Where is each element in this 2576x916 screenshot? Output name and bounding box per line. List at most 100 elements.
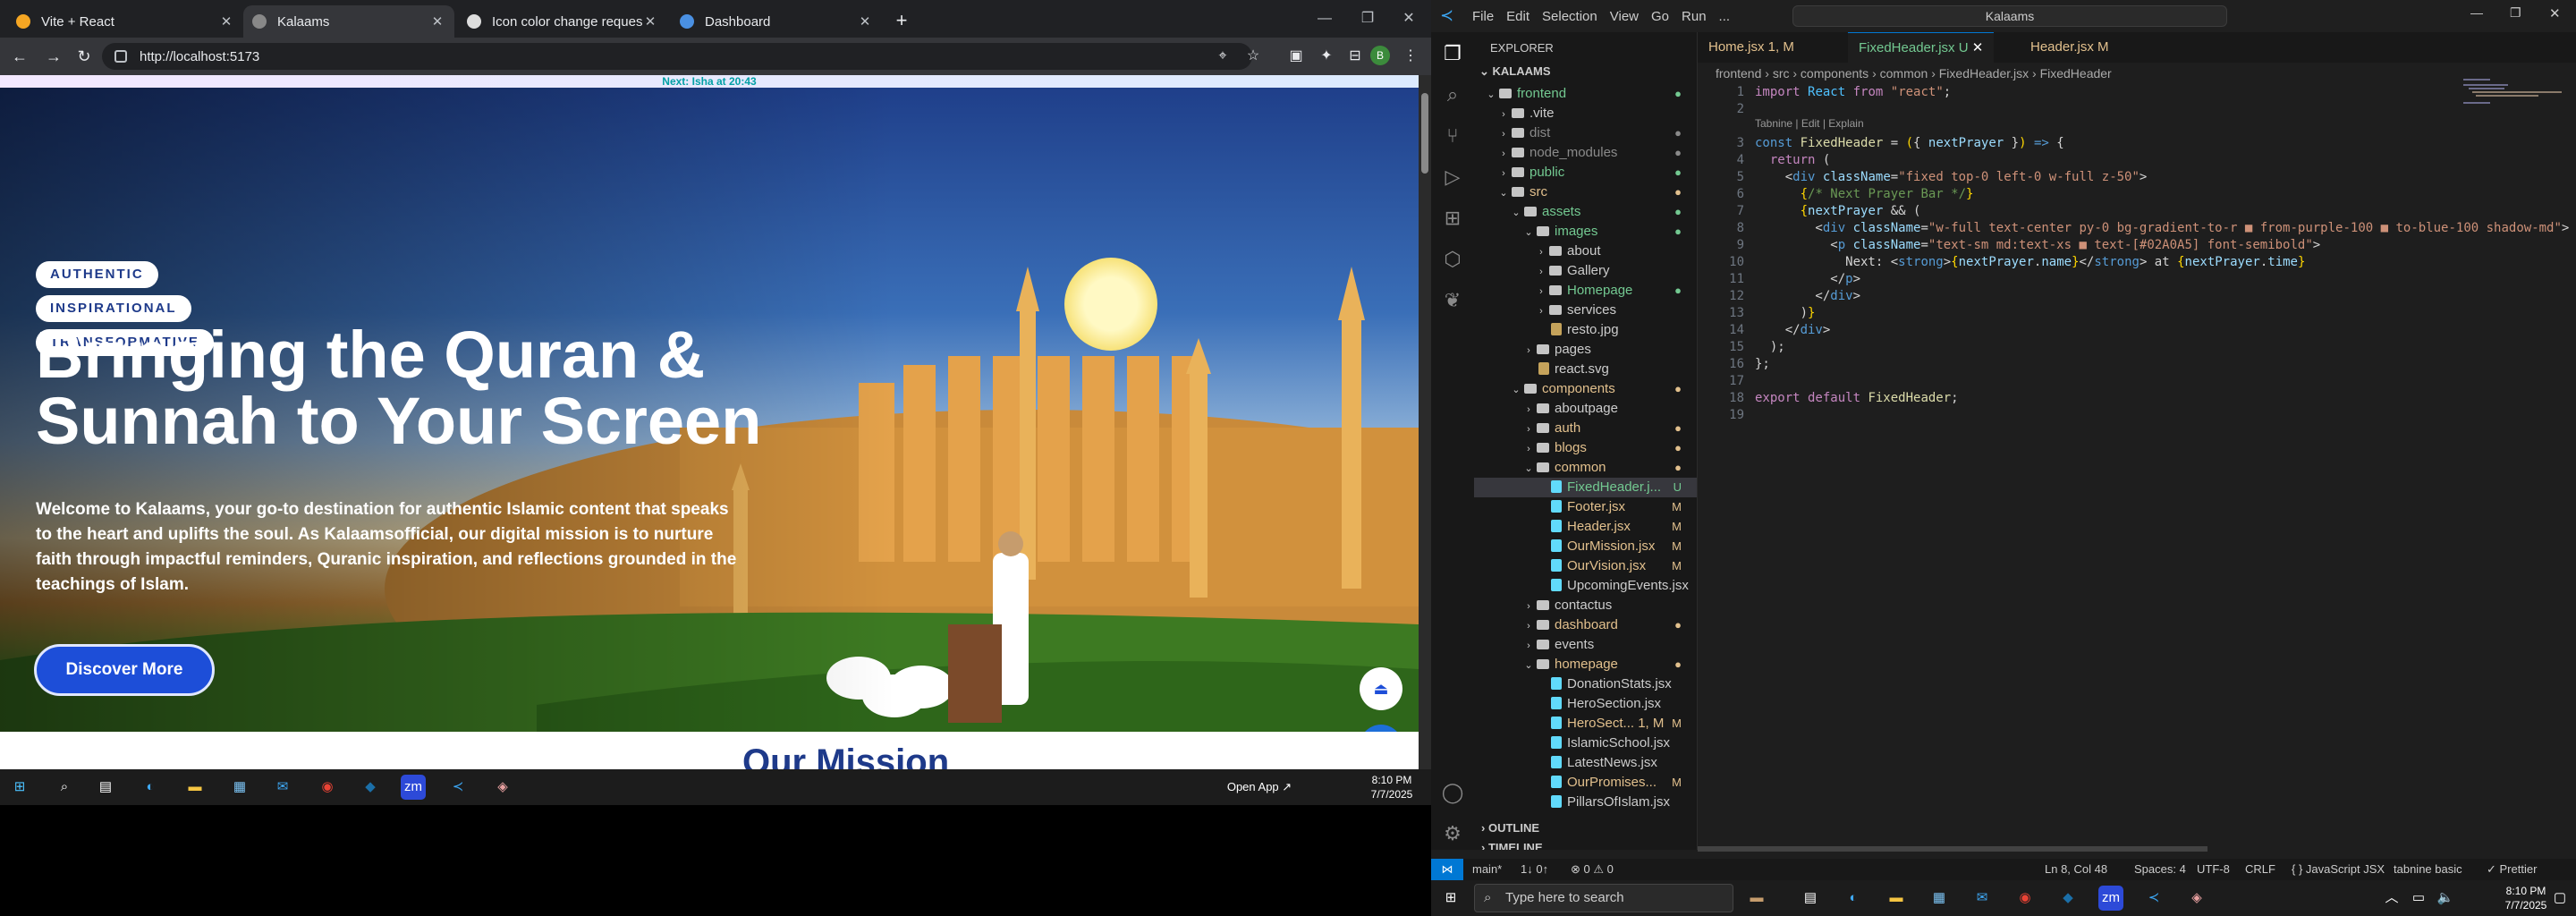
tab-kalaams[interactable]: Kalaams ✕ [243,5,454,38]
close-icon[interactable]: ✕ [218,13,234,30]
tree-folder[interactable]: › aboutpage [1474,399,1697,419]
tree-folder[interactable]: › blogs ● [1474,438,1697,458]
search-icon[interactable]: ⌕ [52,775,77,800]
tree-file[interactable]: OurMission.jsx M [1474,537,1697,556]
volume-icon[interactable]: 🔈 [2433,886,2458,911]
project-header[interactable]: ⌄ KALAAMS [1479,64,1551,79]
tree-folder[interactable]: ⌄ common ● [1474,458,1697,478]
taskbar-search[interactable]: ⌕ Type here to search [1474,884,1733,912]
codelens[interactable]: Tabnine | Edit | Explain [1755,117,1864,130]
tree-file[interactable]: Footer.jsx M [1474,497,1697,517]
vscode-icon[interactable]: ≺ [445,775,470,800]
cursor-position[interactable]: Ln 8, Col 48 [2045,859,2107,880]
timeline-section[interactable]: › TIMELINE [1481,841,1543,850]
close-icon[interactable]: ✕ [429,13,445,30]
tab-fixedheader-jsx[interactable]: FixedHeader.jsx U ✕ [1848,32,1995,63]
tree-folder[interactable]: › auth ● [1474,419,1697,438]
url-input[interactable] [140,48,945,64]
tree-file[interactable]: LatestNews.jsx [1474,753,1697,773]
tree-folder[interactable]: › contactus [1474,596,1697,615]
edge-icon[interactable]: ◐ [1841,886,1866,911]
tree-folder[interactable]: › Gallery [1474,261,1697,281]
tree-folder[interactable]: ⌄ homepage ● [1474,655,1697,674]
profile-avatar[interactable]: B [1370,46,1390,65]
indentation[interactable]: Spaces: 4 [2134,859,2186,880]
line-ending[interactable]: CRLF [2245,859,2275,880]
maximize-button[interactable]: ❐ [1354,7,1381,30]
new-tab-button[interactable]: + [889,8,914,33]
task-view-icon[interactable]: ▤ [93,775,118,800]
tree-folder[interactable]: › dist ● [1474,123,1697,143]
outline-section[interactable]: › OUTLINE [1481,821,1539,835]
source-control-icon[interactable]: ⑂ [1440,123,1465,148]
windows-start-icon[interactable]: ⊞ [7,775,32,800]
remote-indicator-icon[interactable]: ⋈ [1431,859,1463,880]
scrollbar-thumb[interactable] [1421,93,1428,174]
tree-file[interactable]: FixedHeader.j... U [1474,478,1697,497]
tree-folder[interactable]: › public ● [1474,163,1697,182]
chrome-icon[interactable]: ◉ [2012,886,2038,911]
minimize-icon[interactable]: — [2470,5,2483,20]
close-window-icon[interactable]: ✕ [2549,5,2561,21]
store-icon[interactable]: ▦ [1927,886,1952,911]
tray-chevron-icon[interactable]: ︿ [2379,886,2404,911]
app-icon[interactable]: ◆ [358,775,383,800]
tree-folder[interactable]: › Homepage ● [1474,281,1697,301]
zoom-icon[interactable]: zm [2098,886,2123,911]
tree-file[interactable]: UpcomingEvents.jsx [1474,576,1697,596]
chrome-menu-icon[interactable]: ⋮ [1401,47,1420,66]
tree-file[interactable]: Header.jsx M [1474,517,1697,537]
tree-folder[interactable]: › dashboard ● [1474,615,1697,635]
horizontal-scrollbar[interactable] [1698,846,2207,852]
chrome-icon[interactable]: ◉ [315,775,340,800]
problems-indicator[interactable]: ⊗ 0 ⚠ 0 [1571,859,1614,880]
mail-icon[interactable]: ✉ [270,775,295,800]
extensions-icon[interactable]: ⊞ [1440,206,1465,231]
encoding[interactable]: UTF-8 [2197,859,2230,880]
breadcrumb[interactable]: frontend › src › components › common › F… [1716,66,2112,81]
zoom-icon[interactable]: zm [401,775,426,800]
menu-more[interactable]: ... [1719,9,1731,24]
tree-folder[interactable]: ⌄ images ● [1474,222,1697,242]
page-scrollbar[interactable] [1419,75,1431,769]
tree-folder[interactable]: › pages [1474,340,1697,360]
tree-file[interactable]: HeroSect... 1, M M [1474,714,1697,734]
back-button[interactable]: ← [7,45,32,68]
network-icon[interactable]: ▭ [2406,886,2431,911]
file-explorer-icon[interactable]: ▬ [182,775,208,800]
tree-folder[interactable]: › .vite [1474,104,1697,123]
tabnine-status[interactable]: tabnine basic [2394,859,2462,880]
address-bar[interactable] [102,43,1252,70]
menu-go[interactable]: Go [1651,9,1669,24]
menu-edit[interactable]: Edit [1506,9,1530,24]
tab-vite-react[interactable]: Vite + React ✕ [7,5,243,38]
notification-icon[interactable]: ▢ [2547,886,2572,911]
tab-dashboard[interactable]: Dashboard ✕ [671,5,882,38]
settings-gear-icon[interactable]: ⚙ [1440,821,1465,846]
tree-folder[interactable]: ⌄ components ● [1474,379,1697,399]
language-mode[interactable]: { } JavaScript JSX [2292,859,2385,880]
close-icon[interactable]: ✕ [857,13,873,30]
menu-selection[interactable]: Selection [1542,9,1597,24]
location-icon[interactable]: ⌖ [1213,47,1233,66]
reload-button[interactable]: ↻ [72,45,97,68]
sync-indicator[interactable]: 1↓ 0↑ [1521,859,1548,880]
tree-folder[interactable]: ⌄ frontend ● [1474,84,1697,104]
remote-icon[interactable]: ⬡ [1440,247,1465,272]
tree-file[interactable]: OurVision.jsx M [1474,556,1697,576]
site-info-icon[interactable] [114,50,127,63]
search-icon[interactable]: ⌕ [1440,82,1465,107]
tree-file[interactable]: IslamicSchool.jsx [1474,734,1697,753]
tree-folder[interactable]: ⌄ src ● [1474,182,1697,202]
task-view-icon[interactable]: ▤ [1798,886,1823,911]
edge-icon[interactable]: ◐ [138,775,163,800]
extension-icon[interactable]: ▣ [1286,47,1306,66]
tab-icon-color[interactable]: Icon color change request ✕ [458,5,667,38]
tree-folder[interactable]: › events [1474,635,1697,655]
account-icon[interactable]: ◯ [1440,780,1465,805]
close-window-button[interactable]: ✕ [1395,7,1422,30]
store-icon[interactable]: ▦ [227,775,252,800]
branch-indicator[interactable]: main* [1472,859,1502,880]
command-center[interactable]: Kalaams [1792,5,2227,27]
extensions-puzzle-icon[interactable]: ✦ [1317,47,1336,66]
